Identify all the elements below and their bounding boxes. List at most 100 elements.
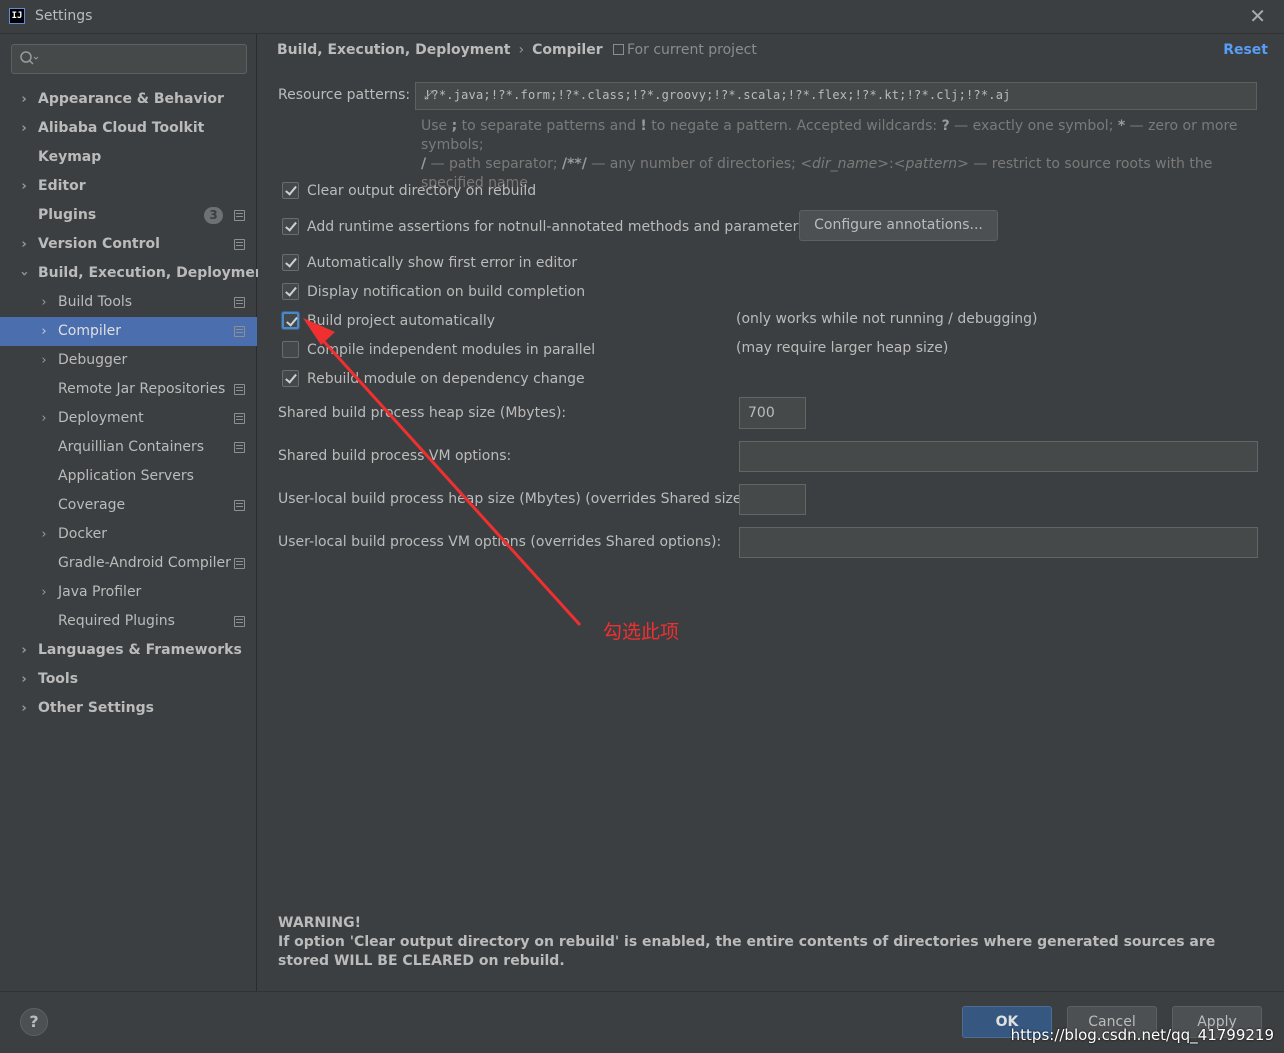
settings-search[interactable] (11, 44, 247, 74)
close-icon[interactable]: ✕ (1249, 4, 1266, 28)
chevron-right-icon: › (41, 585, 47, 600)
heap-size-field[interactable] (739, 397, 806, 429)
sidebar-item-remote-jar-repositories[interactable]: Remote Jar Repositories (0, 375, 257, 404)
user-vm-options-input[interactable] (740, 528, 1257, 557)
reset-link[interactable]: Reset (1223, 42, 1268, 58)
sidebar-item-label: Arquillian Containers (58, 439, 205, 455)
user-heap-size-input[interactable] (740, 485, 805, 514)
plugins-update-badge: 3 (204, 207, 223, 224)
sidebar-item-docker[interactable]: › Docker (0, 520, 257, 549)
sidebar-item-java-profiler[interactable]: › Java Profiler (0, 578, 257, 607)
warning-title: WARNING! (278, 915, 361, 931)
project-scope-icon (234, 297, 245, 308)
sidebar-item-label: Gradle-Android Compiler (58, 555, 231, 571)
search-icon (20, 51, 39, 65)
compile-parallel-note: (may require larger heap size) (736, 340, 949, 356)
compile-parallel-label: Compile independent modules in parallel (307, 342, 596, 358)
help-button[interactable]: ? (20, 1008, 48, 1036)
chevron-right-icon: › (21, 92, 27, 107)
build-automatically-label: Build project automatically (307, 313, 496, 329)
dialog-footer: ? OK Cancel Apply https://blog.csdn.net/… (0, 991, 1284, 1053)
sidebar-item-application-servers[interactable]: Application Servers (0, 462, 257, 491)
user-heap-size-field[interactable] (739, 484, 806, 515)
sidebar-item-label: Docker (58, 526, 108, 542)
project-scope-icon (234, 326, 245, 337)
project-scope-icon (234, 500, 245, 511)
project-scope-icon (234, 384, 245, 395)
search-input[interactable] (42, 48, 242, 70)
vm-options-field[interactable] (739, 441, 1258, 472)
sidebar-item-version-control[interactable]: › Version Control (0, 230, 257, 259)
vm-options-label: Shared build process VM options: (278, 448, 512, 464)
build-automatically-checkbox[interactable] (282, 312, 299, 329)
configure-annotations-button[interactable]: Configure annotations... (799, 210, 998, 241)
sidebar-item-build-tools[interactable]: › Build Tools (0, 288, 257, 317)
sidebar-item-label: Plugins (38, 207, 97, 223)
sidebar-item-languages-frameworks[interactable]: › Languages & Frameworks (0, 636, 257, 665)
sidebar-item-label: Required Plugins (58, 613, 175, 629)
display-notification-label: Display notification on build completion (307, 284, 586, 300)
settings-tree: › Appearance & Behavior › Alibaba Cloud … (0, 85, 272, 723)
heap-size-label: Shared build process heap size (Mbytes): (278, 405, 567, 421)
sidebar-item-editor[interactable]: › Editor (0, 172, 257, 201)
chevron-right-icon: › (41, 324, 47, 339)
project-scope-icon (613, 44, 624, 55)
project-scope-icon (234, 616, 245, 627)
chevron-right-icon: › (41, 353, 47, 368)
window-title: Settings (35, 8, 93, 24)
sidebar-item-label: Editor (38, 178, 86, 194)
intellij-app-icon: IJ (9, 8, 25, 24)
compiler-settings-panel: Build, Execution, Deployment › Compiler Fo… (258, 34, 1284, 991)
watermark-url: https://blog.csdn.net/qq_41799219 (1010, 1026, 1274, 1044)
sidebar-item-appearance-behavior[interactable]: › Appearance & Behavior (0, 85, 257, 114)
resource-patterns-field[interactable]: !?*.java;!?*.form;!?*.class;!?*.groovy;!… (415, 82, 1257, 110)
chevron-right-icon: › (41, 295, 47, 310)
vm-options-input[interactable] (740, 442, 1257, 471)
annotation-label: 勾选此项 (603, 621, 680, 643)
sidebar-item-arquillian-containers[interactable]: Arquillian Containers (0, 433, 257, 462)
sidebar-item-gradle-android-compiler[interactable]: Gradle-Android Compiler (0, 549, 257, 578)
project-scope-icon (234, 442, 245, 453)
chevron-right-icon: › (21, 121, 27, 136)
runtime-assertions-checkbox[interactable] (282, 218, 299, 235)
sidebar-item-label: Remote Jar Repositories (58, 381, 226, 397)
sidebar-item-coverage[interactable]: Coverage (0, 491, 257, 520)
user-vm-options-label: User-local build process VM options (ove… (278, 534, 722, 550)
compile-parallel-checkbox[interactable] (282, 341, 299, 358)
sidebar-item-label: Build, Execution, Deployment (38, 265, 272, 281)
sidebar-item-keymap[interactable]: Keymap (0, 143, 257, 172)
user-heap-size-label: User-local build process heap size (Mbyt… (278, 491, 752, 507)
chevron-right-icon: › (21, 179, 27, 194)
sidebar-item-tools[interactable]: › Tools (0, 665, 257, 694)
resource-patterns-hint: Use ; to separate patterns and ! to nega… (421, 118, 1238, 191)
clear-output-checkbox[interactable] (282, 182, 299, 199)
show-first-error-checkbox[interactable] (282, 254, 299, 271)
heap-size-input[interactable] (740, 398, 805, 428)
sidebar-item-alibaba-cloud-toolkit[interactable]: › Alibaba Cloud Toolkit (0, 114, 257, 143)
sidebar-item-deployment[interactable]: › Deployment (0, 404, 257, 433)
sidebar-item-debugger[interactable]: › Debugger (0, 346, 257, 375)
sidebar-item-label: Tools (38, 671, 79, 687)
breadcrumb: Build, Execution, Deployment › Compiler (277, 42, 603, 58)
sidebar-item-other-settings[interactable]: › Other Settings (0, 694, 257, 723)
project-scope-icon (234, 239, 245, 250)
chevron-down-icon: › (16, 270, 32, 277)
chevron-right-icon: › (21, 237, 27, 252)
sidebar-item-label: Other Settings (38, 700, 154, 716)
resource-patterns-value: !?*.java;!?*.form;!?*.class;!?*.groovy;!… (424, 88, 1011, 102)
project-scope-icon (234, 210, 245, 221)
sidebar-item-build-execution-deployment[interactable]: › Build, Execution, Deployment (0, 259, 272, 288)
settings-sidebar: › Appearance & Behavior › Alibaba Cloud … (0, 34, 272, 991)
sidebar-item-plugins[interactable]: Plugins 3 (0, 201, 257, 230)
chevron-right-icon: › (21, 672, 27, 687)
sidebar-item-label: Version Control (38, 236, 160, 252)
chevron-right-icon: › (21, 643, 27, 658)
expand-icon[interactable]: ⤢ (424, 88, 440, 104)
sidebar-item-compiler[interactable]: › Compiler (0, 317, 257, 346)
display-notification-checkbox[interactable] (282, 283, 299, 300)
chevron-right-icon: › (41, 411, 47, 426)
rebuild-on-change-checkbox[interactable] (282, 370, 299, 387)
user-vm-options-field[interactable] (739, 527, 1258, 558)
sidebar-item-required-plugins[interactable]: Required Plugins (0, 607, 257, 636)
sidebar-item-label: Application Servers (58, 468, 194, 484)
